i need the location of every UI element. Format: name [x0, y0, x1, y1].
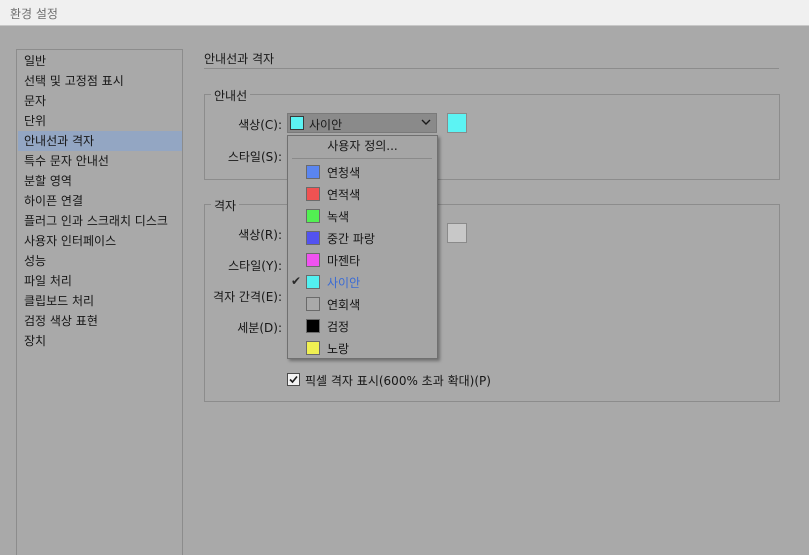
dropdown-option-yellow[interactable]: 노랑: [288, 337, 437, 359]
sidebar-item-units[interactable]: 단위: [18, 111, 182, 131]
dropdown-option-green[interactable]: 녹색: [288, 205, 437, 227]
sidebar-item-file-handling[interactable]: 파일 처리: [18, 271, 182, 291]
green-swatch: [306, 209, 320, 223]
preferences-sidebar: 일반 선택 및 고정점 표시 문자 단위 안내선과 격자 특수 문자 안내선 분…: [16, 49, 183, 555]
dropdown-option-label: 연청색: [327, 166, 361, 180]
light-blue-swatch: [306, 165, 320, 179]
guides-color-label: 색상(C):: [238, 118, 282, 132]
dropdown-option-label: 사이안: [327, 276, 361, 290]
dropdown-option-medium-blue[interactable]: 중간 파랑: [288, 227, 437, 249]
dropdown-separator: [292, 158, 432, 159]
dropdown-option-label: 연적색: [327, 188, 361, 202]
dropdown-option-label: 연회색: [327, 298, 361, 312]
window-title: 환경 설정: [10, 7, 58, 21]
grid-spacing-label: 격자 간격(E):: [213, 290, 282, 304]
sidebar-item-type[interactable]: 문자: [18, 91, 182, 111]
light-red-swatch: [306, 187, 320, 201]
dropdown-custom-option[interactable]: 사용자 정의...: [288, 136, 437, 156]
grid-style-label: 스타일(Y):: [228, 259, 282, 273]
dropdown-option-label: 중간 파랑: [327, 232, 375, 246]
section-title: 안내선과 격자: [204, 52, 275, 66]
sidebar-item-user-interface[interactable]: 사용자 인터페이스: [18, 231, 182, 251]
guides-color-swatch-button[interactable]: [447, 113, 467, 133]
dropdown-option-label: 검정: [327, 320, 350, 334]
sidebar-item-plugins-scratch-disks[interactable]: 플러그 인과 스크래치 디스크: [18, 211, 182, 231]
sidebar-item-general[interactable]: 일반: [18, 51, 182, 71]
grid-subdivisions-label: 세분(D):: [237, 321, 282, 335]
cyan-swatch: [306, 275, 320, 289]
pixel-grid-label[interactable]: 픽셀 격자 표시(600% 초과 확대)(P): [305, 372, 491, 389]
checkmark-icon: [289, 375, 298, 384]
sidebar-item-performance[interactable]: 성능: [18, 251, 182, 271]
sidebar-item-slices[interactable]: 분할 영역: [18, 171, 182, 191]
dropdown-option-light-blue[interactable]: 연청색: [288, 161, 437, 183]
dropdown-option-label: 녹색: [327, 210, 350, 224]
chevron-down-icon: [421, 119, 431, 125]
title-bar: 환경 설정: [0, 0, 809, 26]
guides-color-select-value: 사이안: [309, 118, 343, 132]
dropdown-option-light-red[interactable]: 연적색: [288, 183, 437, 205]
sidebar-item-devices[interactable]: 장치: [18, 331, 182, 351]
grid-group-title: 격자: [211, 197, 240, 214]
dropdown-option-label: 노랑: [327, 342, 350, 356]
guides-style-label: 스타일(S):: [227, 150, 282, 164]
dropdown-option-light-gray[interactable]: 연회색: [288, 293, 437, 315]
dropdown-option-magenta[interactable]: 마젠타: [288, 249, 437, 271]
color-dropdown-menu: 사용자 정의... 연청색 연적색 녹색 중간 파랑 마젠타 ✔ 사이안 연회색…: [287, 135, 438, 359]
sidebar-item-hyphenation[interactable]: 하이픈 연결: [18, 191, 182, 211]
light-gray-swatch: [306, 297, 320, 311]
dropdown-option-cyan[interactable]: ✔ 사이안: [288, 271, 437, 293]
black-swatch: [306, 319, 320, 333]
sidebar-item-guides-grid[interactable]: 안내선과 격자: [18, 131, 182, 151]
pixel-grid-checkbox[interactable]: [287, 373, 300, 386]
sidebar-item-smart-guides[interactable]: 특수 문자 안내선: [18, 151, 182, 171]
checkmark-icon: ✔: [291, 274, 302, 288]
sidebar-item-black-appearance[interactable]: 검정 색상 표현: [18, 311, 182, 331]
magenta-swatch: [306, 253, 320, 267]
guides-color-select[interactable]: 사이안: [287, 113, 437, 133]
dropdown-option-label: 마젠타: [327, 254, 361, 268]
medium-blue-swatch: [306, 231, 320, 245]
sidebar-item-clipboard-handling[interactable]: 클립보드 처리: [18, 291, 182, 311]
dropdown-option-black[interactable]: 검정: [288, 315, 437, 337]
grid-color-swatch-button[interactable]: [447, 223, 467, 243]
guides-group-title: 안내선: [211, 87, 251, 104]
guides-color-select-swatch: [290, 116, 304, 130]
section-divider: [204, 68, 779, 69]
sidebar-item-selection-anchor-display[interactable]: 선택 및 고정점 표시: [18, 71, 182, 91]
grid-color-label: 색상(R):: [238, 228, 282, 242]
yellow-swatch: [306, 341, 320, 355]
